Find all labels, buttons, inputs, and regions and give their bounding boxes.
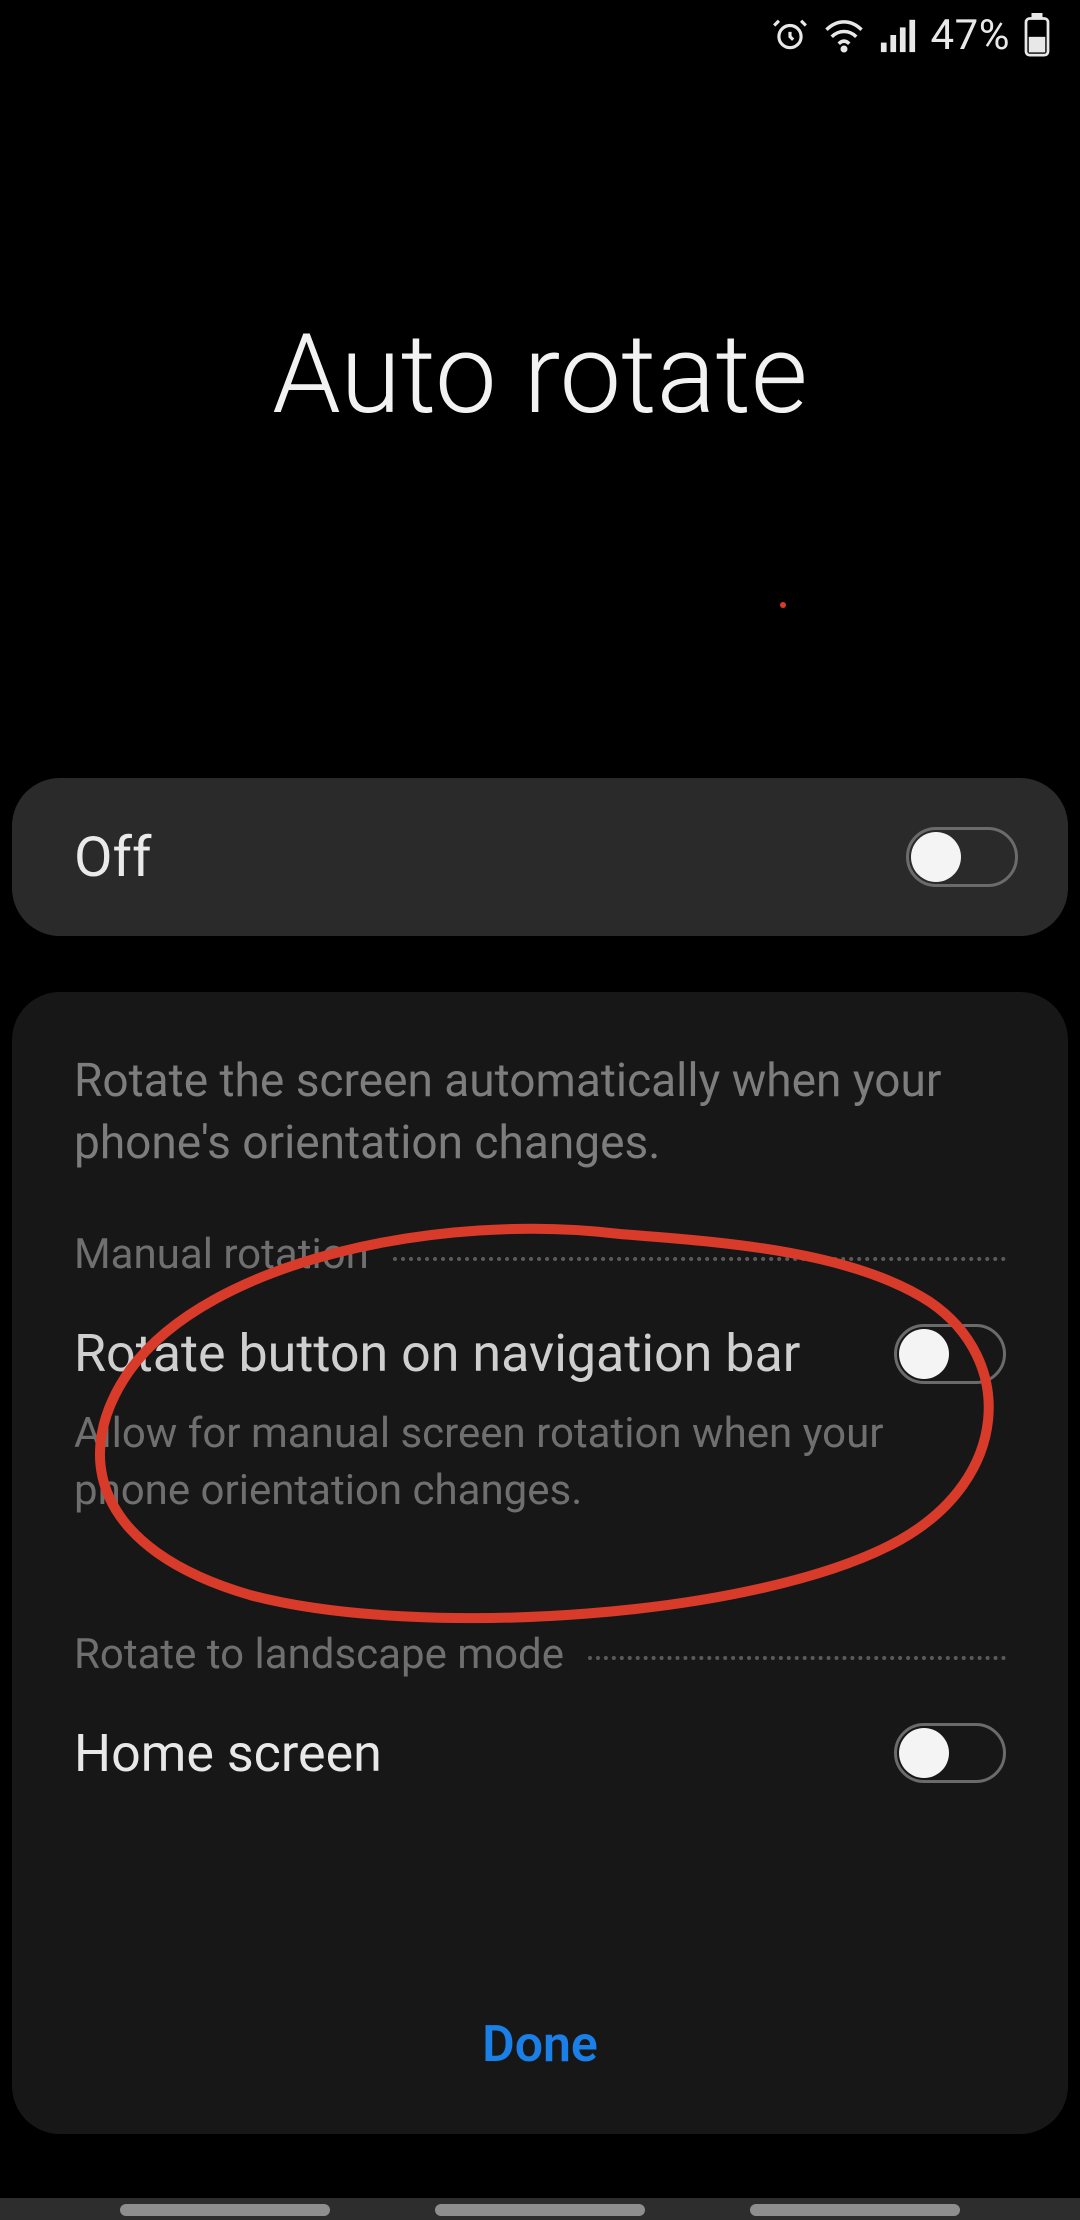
home-screen-row[interactable]: Home screen	[74, 1723, 1006, 1784]
alarm-icon	[771, 16, 809, 54]
master-toggle-switch[interactable]	[906, 827, 1018, 887]
signal-icon	[879, 16, 917, 54]
feature-description: Rotate the screen automatically when you…	[74, 1050, 1006, 1174]
section-header-landscape: Rotate to landscape mode	[74, 1630, 1006, 1679]
nav-pill-home[interactable]	[435, 2204, 645, 2216]
section-label-landscape: Rotate to landscape mode	[74, 1630, 564, 1679]
wifi-icon	[823, 16, 865, 54]
done-button[interactable]: Done	[12, 2016, 1068, 2074]
battery-percent: 47%	[931, 11, 1010, 60]
settings-card: Rotate the screen automatically when you…	[12, 992, 1068, 2134]
rotate-button-navbar-label: Rotate button on navigation bar	[74, 1323, 800, 1384]
rotate-button-navbar-switch[interactable]	[894, 1324, 1006, 1384]
nav-pill-recents[interactable]	[120, 2204, 330, 2216]
annotation-dot	[780, 602, 786, 608]
status-bar: 47%	[0, 0, 1080, 70]
rotate-button-navbar-row[interactable]: Rotate button on navigation bar	[74, 1323, 1006, 1384]
nav-pill-back[interactable]	[750, 2204, 960, 2216]
section-header-manual: Manual rotation	[74, 1230, 1006, 1279]
home-screen-switch[interactable]	[894, 1723, 1006, 1783]
battery-icon	[1024, 13, 1050, 57]
section-label-manual: Manual rotation	[74, 1230, 369, 1279]
master-toggle-label: Off	[74, 824, 151, 890]
page-title: Auto rotate	[0, 310, 1080, 439]
home-screen-label: Home screen	[74, 1723, 382, 1784]
gesture-nav-bar	[0, 2198, 1080, 2220]
master-toggle-row[interactable]: Off	[12, 778, 1068, 936]
rotate-button-navbar-description: Allow for manual screen rotation when yo…	[74, 1406, 1006, 1519]
